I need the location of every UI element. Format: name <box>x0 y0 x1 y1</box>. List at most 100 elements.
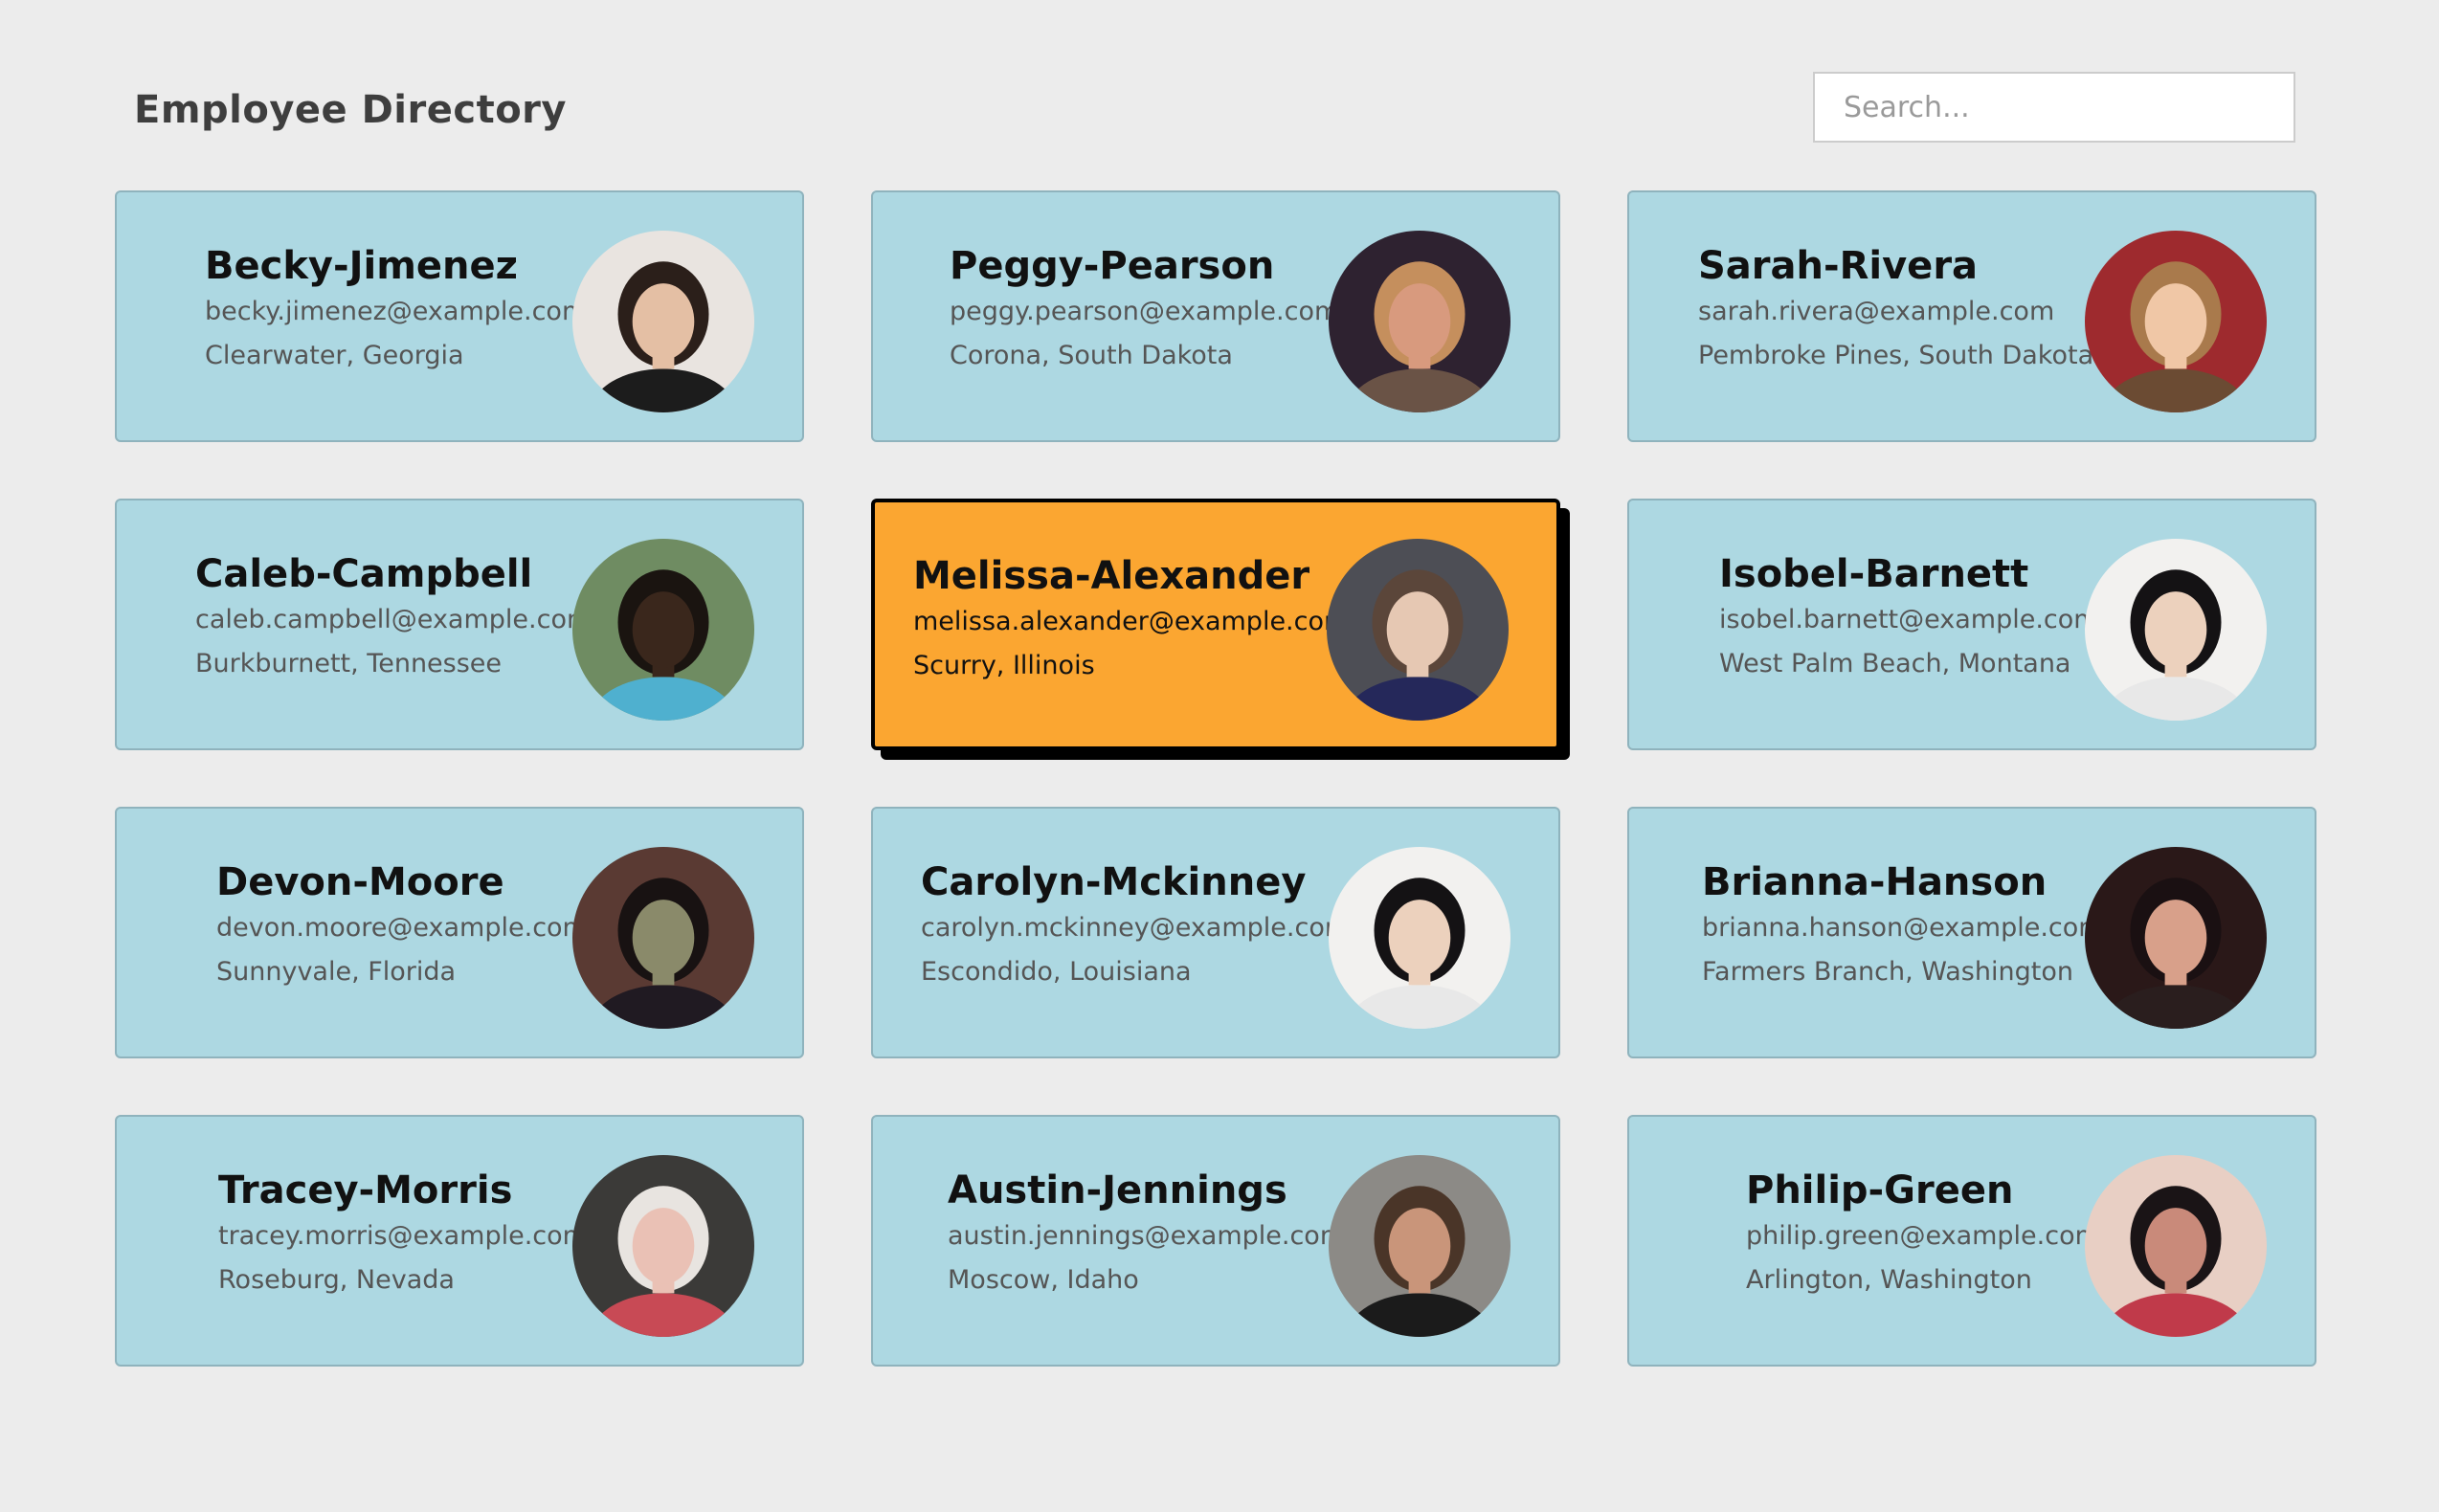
card-info: Tracey-Morris tracey.morris@example.com … <box>218 1167 588 1302</box>
employee-email: tracey.morris@example.com <box>218 1221 588 1251</box>
employee-location: Escondido, Louisiana <box>921 957 1192 987</box>
avatar <box>572 847 754 1029</box>
portrait-image <box>572 847 754 1029</box>
employee-email: peggy.pearson@example.com <box>950 297 1340 326</box>
avatar <box>1329 1155 1510 1337</box>
employee-name: Philip-Green <box>1746 1168 2014 1212</box>
employee-name: Carolyn-Mckinney <box>921 860 1307 904</box>
avatar <box>1327 539 1509 721</box>
portrait-face <box>2144 900 2207 976</box>
portrait-face <box>1388 283 1451 360</box>
employee-email: carolyn.mckinney@example.com <box>921 913 1351 943</box>
card-info: Melissa-Alexander melissa.alexander@exam… <box>913 552 1350 688</box>
employee-location: Arlington, Washington <box>1746 1265 2032 1295</box>
employee-name: Austin-Jennings <box>948 1168 1287 1212</box>
card-info: Brianna-Hanson brianna.hanson@example.co… <box>1702 858 2104 994</box>
employee-location: Corona, South Dakota <box>950 341 1233 370</box>
employee-card-philip-green[interactable]: Philip-Green philip.green@example.com Ar… <box>1627 1115 2316 1367</box>
card-info: Caleb-Campbell caleb.campbell@example.co… <box>195 550 593 686</box>
portrait-face <box>632 900 695 976</box>
portrait-face <box>632 591 695 668</box>
employee-location: Farmers Branch, Washington <box>1702 957 2073 987</box>
avatar <box>2085 1155 2267 1337</box>
card-info: Philip-Green philip.green@example.com Ar… <box>1746 1167 2100 1302</box>
card-info: Carolyn-Mckinney carolyn.mckinney@exampl… <box>921 858 1351 994</box>
avatar <box>572 1155 754 1337</box>
avatar <box>1329 847 1510 1029</box>
card-info: Peggy-Pearson peggy.pearson@example.com … <box>950 242 1340 378</box>
employee-email: caleb.campbell@example.com <box>195 605 593 634</box>
avatar <box>572 539 754 721</box>
employee-location: Pembroke Pines, South Dakota <box>1698 341 2094 370</box>
portrait-image <box>2085 847 2267 1029</box>
portrait-face <box>1386 591 1449 668</box>
employee-name: Devon-Moore <box>216 860 504 904</box>
portrait-image <box>572 1155 754 1337</box>
avatar <box>1329 231 1510 412</box>
page-title: Employee Directory <box>134 88 567 132</box>
employee-card-tracey-morris[interactable]: Tracey-Morris tracey.morris@example.com … <box>115 1115 804 1367</box>
portrait-face <box>1388 1208 1451 1284</box>
portrait-image <box>1329 1155 1510 1337</box>
portrait-image <box>572 231 754 412</box>
search-input[interactable] <box>1815 74 2294 141</box>
employee-card-sarah-rivera[interactable]: Sarah-Rivera sarah.rivera@example.com Pe… <box>1627 190 2316 442</box>
portrait-image <box>2085 231 2267 412</box>
employee-location: Burkburnett, Tennessee <box>195 649 503 678</box>
portrait-image <box>1329 231 1510 412</box>
employee-name: Peggy-Pearson <box>950 244 1275 288</box>
employee-email: devon.moore@example.com <box>216 913 588 943</box>
portrait-image <box>572 539 754 721</box>
portrait-face <box>632 283 695 360</box>
employee-card-peggy-pearson[interactable]: Peggy-Pearson peggy.pearson@example.com … <box>871 190 1560 442</box>
employee-name: Sarah-Rivera <box>1698 244 1979 288</box>
employee-name: Brianna-Hanson <box>1702 860 2047 904</box>
card-info: Becky-Jimenez becky.jimenez@example.com … <box>205 242 588 378</box>
employee-name: Tracey-Morris <box>218 1168 513 1212</box>
portrait-face <box>1388 900 1451 976</box>
employee-location: Clearwater, Georgia <box>205 341 464 370</box>
employee-location: Sunnyvale, Florida <box>216 957 457 987</box>
employee-card-devon-moore[interactable]: Devon-Moore devon.moore@example.com Sunn… <box>115 807 804 1058</box>
employee-email: austin.jennings@example.com <box>948 1221 1346 1251</box>
employee-card-austin-jennings[interactable]: Austin-Jennings austin.jennings@example.… <box>871 1115 1560 1367</box>
card-info: Isobel-Barnett isobel.barnett@example.co… <box>1719 550 2099 686</box>
portrait-face <box>2144 283 2207 360</box>
avatar <box>2085 231 2267 412</box>
employee-email: becky.jimenez@example.com <box>205 297 588 326</box>
employee-grid: Becky-Jimenez becky.jimenez@example.com … <box>115 190 2316 1367</box>
employee-location: Scurry, Illinois <box>913 651 1095 680</box>
avatar <box>2085 539 2267 721</box>
employee-name: Melissa-Alexander <box>913 554 1310 598</box>
search-box[interactable] <box>1813 72 2295 143</box>
card-info: Sarah-Rivera sarah.rivera@example.com Pe… <box>1698 242 2094 378</box>
employee-card-brianna-hanson[interactable]: Brianna-Hanson brianna.hanson@example.co… <box>1627 807 2316 1058</box>
employee-location: Roseburg, Nevada <box>218 1265 455 1295</box>
card-info: Devon-Moore devon.moore@example.com Sunn… <box>216 858 588 994</box>
avatar <box>572 231 754 412</box>
employee-card-caleb-campbell[interactable]: Caleb-Campbell caleb.campbell@example.co… <box>115 499 804 750</box>
portrait-face <box>2144 591 2207 668</box>
employee-location: Moscow, Idaho <box>948 1265 1139 1295</box>
employee-name: Isobel-Barnett <box>1719 552 2029 596</box>
portrait-image <box>1329 847 1510 1029</box>
employee-card-isobel-barnett[interactable]: Isobel-Barnett isobel.barnett@example.co… <box>1627 499 2316 750</box>
employee-card-carolyn-mckinney[interactable]: Carolyn-Mckinney carolyn.mckinney@exampl… <box>871 807 1560 1058</box>
employee-email: sarah.rivera@example.com <box>1698 297 2055 326</box>
employee-name: Becky-Jimenez <box>205 244 518 288</box>
portrait-face <box>632 1208 695 1284</box>
employee-email: philip.green@example.com <box>1746 1221 2100 1251</box>
card-info: Austin-Jennings austin.jennings@example.… <box>948 1167 1346 1302</box>
portrait-image <box>2085 539 2267 721</box>
employee-location: West Palm Beach, Montana <box>1719 649 2071 678</box>
employee-card-becky-jimenez[interactable]: Becky-Jimenez becky.jimenez@example.com … <box>115 190 804 442</box>
employee-name: Caleb-Campbell <box>195 552 533 596</box>
portrait-face <box>2144 1208 2207 1284</box>
employee-email: melissa.alexander@example.com <box>913 607 1350 636</box>
avatar <box>2085 847 2267 1029</box>
portrait-image <box>2085 1155 2267 1337</box>
employee-email: isobel.barnett@example.com <box>1719 605 2099 634</box>
employee-email: brianna.hanson@example.com <box>1702 913 2104 943</box>
employee-card-melissa-alexander[interactable]: Melissa-Alexander melissa.alexander@exam… <box>871 499 1560 750</box>
portrait-image <box>1327 539 1509 721</box>
